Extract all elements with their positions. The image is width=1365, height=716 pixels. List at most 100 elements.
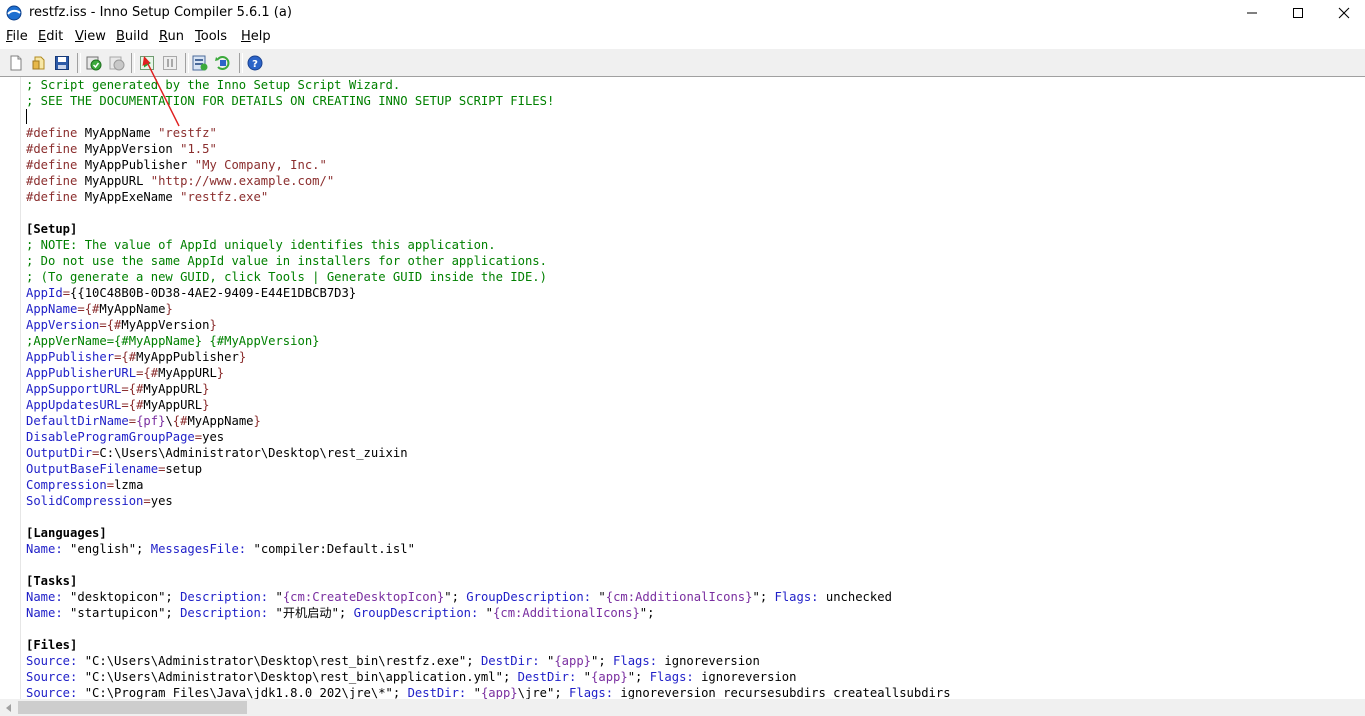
code-token: MessagesFile: xyxy=(150,542,247,556)
code-line[interactable]: #define MyAppExeName "restfz.exe" xyxy=(26,189,1356,205)
code-line[interactable]: [Languages] xyxy=(26,525,1356,541)
code-token: {# xyxy=(143,366,159,380)
code-line[interactable]: #define MyAppVersion "1.5" xyxy=(26,141,1356,157)
code-line[interactable]: [Files] xyxy=(26,637,1356,653)
code-area[interactable]: ; Script generated by the Inno Setup Scr… xyxy=(26,77,1356,699)
code-token: } xyxy=(209,318,217,332)
text-caret xyxy=(26,109,27,124)
editor-gutter[interactable] xyxy=(0,77,20,699)
code-token: [Setup] xyxy=(26,222,78,236)
script-editor[interactable]: ; Script generated by the Inno Setup Scr… xyxy=(0,77,1365,699)
close-button[interactable] xyxy=(1321,0,1365,26)
code-token: Source: xyxy=(26,686,78,699)
code-line[interactable]: DefaultDirName={pf}\{#MyAppName} xyxy=(26,413,1356,429)
save-button[interactable] xyxy=(52,53,72,73)
menu-run[interactable]: Run xyxy=(159,29,184,44)
code-line[interactable] xyxy=(26,509,1356,525)
code-line[interactable]: [Setup] xyxy=(26,221,1356,237)
code-token: Description: xyxy=(180,590,269,604)
code-token: DisableProgramGroupPage xyxy=(26,430,195,444)
code-token: Name: xyxy=(26,590,63,604)
code-line[interactable]: #define MyAppURL "http://www.example.com… xyxy=(26,173,1356,189)
code-line[interactable]: #define MyAppPublisher "My Company, Inc.… xyxy=(26,157,1356,173)
stop-compile-button[interactable] xyxy=(107,53,127,73)
code-token: Compression xyxy=(26,478,107,492)
code-token: " xyxy=(539,654,555,668)
open-button[interactable] xyxy=(29,53,49,73)
code-line[interactable]: DisableProgramGroupPage=yes xyxy=(26,429,1356,445)
code-line[interactable]: ; Do not use the same AppId value in ins… xyxy=(26,253,1356,269)
code-token: {# xyxy=(128,398,144,412)
code-token: " xyxy=(268,590,283,604)
code-line[interactable]: AppName={#MyAppName} xyxy=(26,301,1356,317)
menu-file[interactable]: File xyxy=(6,29,28,44)
code-token: MyAppURL xyxy=(143,382,203,396)
code-line[interactable]: OutputBaseFilename=setup xyxy=(26,461,1356,477)
menu-help[interactable]: Help xyxy=(241,29,271,44)
code-line[interactable]: Compression=lzma xyxy=(26,477,1356,493)
code-token: {pf} xyxy=(136,414,166,428)
code-line[interactable]: AppSupportURL={#MyAppURL} xyxy=(26,381,1356,397)
code-line[interactable]: AppVersion={#MyAppVersion} xyxy=(26,317,1356,333)
code-token: } xyxy=(238,350,247,364)
code-token: unchecked xyxy=(818,590,892,604)
code-line[interactable]: Source: "C:\Program Files\Java\jdk1.8.0_… xyxy=(26,685,1356,699)
code-line[interactable]: ; (To generate a new GUID, click Tools |… xyxy=(26,269,1356,285)
code-token: AppPublisher xyxy=(26,350,115,364)
code-line[interactable]: SolidCompression=yes xyxy=(26,493,1356,509)
code-line[interactable]: #define MyAppName "restfz" xyxy=(26,125,1356,141)
code-line[interactable]: ; SEE THE DOCUMENTATION FOR DETAILS ON C… xyxy=(26,93,1356,109)
run-button[interactable] xyxy=(137,53,157,73)
menu-edit[interactable]: Edit xyxy=(38,29,63,44)
code-line[interactable]: AppPublisher={#MyAppPublisher} xyxy=(26,349,1356,365)
menu-view[interactable]: View xyxy=(75,29,106,44)
code-line[interactable] xyxy=(26,109,1356,125)
code-token: Flags: xyxy=(774,590,819,604)
pause-button[interactable] xyxy=(160,53,180,73)
code-token: MyAppVersion xyxy=(121,318,210,332)
code-line[interactable]: ; Script generated by the Inno Setup Scr… xyxy=(26,77,1356,93)
new-button[interactable] xyxy=(6,53,26,73)
code-line[interactable]: Source: "C:\Users\Administrator\Desktop\… xyxy=(26,669,1356,685)
code-token: yes xyxy=(150,494,173,508)
code-line[interactable] xyxy=(26,621,1356,637)
menu-tools[interactable]: Tools xyxy=(195,29,227,44)
horizontal-scrollbar[interactable] xyxy=(0,699,1365,716)
code-line[interactable]: ; NOTE: The value of AppId uniquely iden… xyxy=(26,237,1356,253)
code-token: {cm:CreateDesktopIcon} xyxy=(282,590,445,604)
code-line[interactable] xyxy=(26,205,1356,221)
code-line[interactable]: Name: "startupicon"; Description: "开机启动"… xyxy=(26,605,1356,621)
help-button[interactable]: ? xyxy=(245,53,265,73)
code-token: {# xyxy=(128,382,144,396)
uninstall-button[interactable] xyxy=(213,53,233,73)
code-token: } xyxy=(216,366,225,380)
maximize-button[interactable] xyxy=(1275,0,1321,26)
code-token: {cm:AdditionalIcons} xyxy=(605,590,753,604)
code-token: MyAppURL xyxy=(77,174,151,188)
code-line[interactable]: Source: "C:\Users\Administrator\Desktop\… xyxy=(26,653,1356,669)
code-token: AppId xyxy=(26,286,63,300)
target-setup-button[interactable] xyxy=(190,53,210,73)
code-line[interactable]: ;AppVerName={#MyAppName} {#MyAppVersion} xyxy=(26,333,1356,349)
code-token: MyAppExeName xyxy=(77,190,181,204)
code-token: "; xyxy=(752,590,775,604)
code-token: Description: xyxy=(180,606,269,620)
scroll-left-button[interactable] xyxy=(0,699,17,716)
scrollbar-thumb[interactable] xyxy=(18,701,247,714)
code-line[interactable]: [Tasks] xyxy=(26,573,1356,589)
code-line[interactable]: AppId={{10C48B0B-0D38-4AE2-9409-E44E1DBC… xyxy=(26,285,1356,301)
code-token: } xyxy=(202,398,210,412)
code-line[interactable]: OutputDir=C:\Users\Administrator\Desktop… xyxy=(26,445,1356,461)
code-token: ignoreversion xyxy=(693,670,797,684)
code-line[interactable]: AppPublisherURL={#MyAppURL} xyxy=(26,365,1356,381)
title-bar: restfz.iss - Inno Setup Compiler 5.6.1 (… xyxy=(0,0,1365,26)
menu-build[interactable]: Build xyxy=(116,29,149,44)
code-token: Flags: xyxy=(569,686,614,699)
code-line[interactable]: Name: "english"; MessagesFile: "compiler… xyxy=(26,541,1356,557)
code-line[interactable]: AppUpdatesURL={#MyAppURL} xyxy=(26,397,1356,413)
code-line[interactable] xyxy=(26,557,1356,573)
minimize-button[interactable] xyxy=(1229,0,1275,26)
code-line[interactable]: Name: "desktopicon"; Description: "{cm:C… xyxy=(26,589,1356,605)
code-token: AppPublisherURL xyxy=(26,366,137,380)
compile-button[interactable] xyxy=(84,53,104,73)
